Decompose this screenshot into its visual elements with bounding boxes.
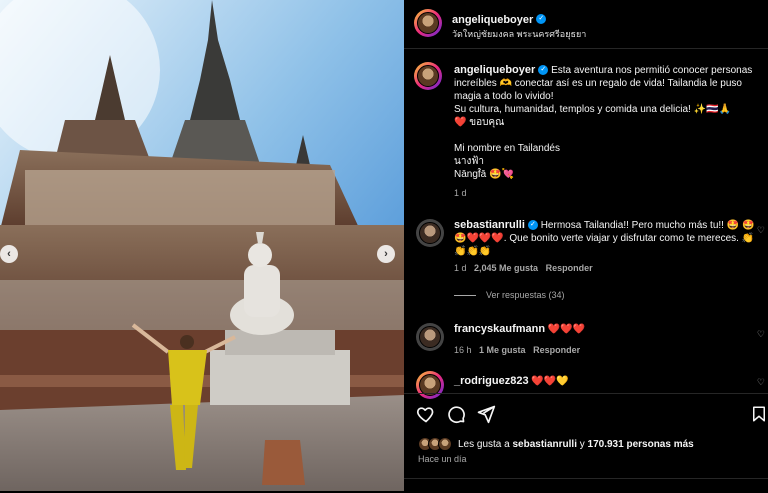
chevron-right-icon[interactable]: › (377, 245, 395, 263)
comment-text: ❤️❤️❤️ (547, 324, 586, 335)
avatar[interactable] (416, 323, 444, 351)
comment-body: _rodriguez823 ❤️❤️💛 (454, 375, 764, 388)
action-bar: Les gusta a sebastianrulli y 170.931 per… (404, 393, 768, 492)
avatar (438, 437, 452, 451)
heart-icon[interactable]: ♡ (757, 225, 765, 236)
caption-age: 1 d (454, 188, 467, 198)
comment-text: ❤️❤️💛 (531, 376, 569, 387)
comment-age: 1 d (454, 263, 467, 273)
comment-item: francyskaufmann ❤️❤️❤️ 16 h 1 Me gusta R… (416, 323, 765, 363)
verified-icon: ✓ (536, 13, 547, 24)
heart-icon[interactable]: ♡ (757, 329, 765, 340)
temple-photo-image (0, 0, 404, 491)
view-replies-button[interactable]: Ver respuestas (34) (486, 289, 565, 302)
bookmark-icon[interactable] (750, 404, 768, 424)
liked-count-link[interactable]: 170.931 personas más (588, 439, 694, 450)
author-username[interactable]: angeliqueboyer (452, 14, 533, 26)
comment-likes[interactable]: 2,045 Me gusta (474, 263, 538, 273)
reply-button[interactable]: Responder (533, 345, 580, 355)
liked-user-link[interactable]: sebastianrulli (513, 439, 577, 450)
chevron-left-icon[interactable]: ‹ (0, 245, 18, 263)
liked-mid: y (579, 438, 585, 450)
avatar[interactable] (414, 62, 442, 90)
comment-body: francyskaufmann ❤️❤️❤️ 16 h 1 Me gusta R… (454, 323, 764, 357)
author-block: angeliqueboyer ✓ (452, 10, 547, 28)
comment-age: 16 h (454, 345, 472, 355)
post-time: Hace un día (418, 454, 467, 464)
caption-line: นางฟ้า (454, 156, 485, 167)
comment-username[interactable]: francyskaufmann (454, 323, 545, 335)
heart-icon[interactable] (416, 404, 436, 424)
caption-line: Su cultura, humanidad, templos y comida … (454, 104, 731, 115)
comment-item: _rodriguez823 ❤️❤️💛 ♡ (416, 371, 765, 399)
comment-item: sebastianrulli ✓ Hermosa Tailandia!! Pero… (416, 219, 765, 302)
avatar[interactable] (416, 219, 444, 247)
heart-icon[interactable]: ♡ (757, 377, 765, 388)
caption-line: Nāngf̂ā 🤩💘 (454, 169, 514, 180)
post-photo[interactable]: ‹ › (0, 0, 404, 491)
location-link[interactable]: วัดใหญ่ชัยมงคล พระนครศรีอยุธยา (452, 27, 586, 41)
liked-by: Les gusta a sebastianrulli y 170.931 per… (418, 437, 694, 451)
post-details-panel: angeliqueboyer ✓ วัดใหญ่ชัยมงคล พระนครศรี… (404, 0, 768, 491)
comment-likes[interactable]: 1 Me gusta (479, 345, 526, 355)
verified-icon: ✓ (538, 65, 549, 76)
caption-line: ❤️ ขอบคุณ (454, 117, 505, 128)
caption: angeliqueboyer ✓ Esta aventura nos permit… (454, 64, 754, 200)
caption-line: Mi nombre en Tailandés (454, 143, 560, 154)
comment-username[interactable]: _rodriguez823 (454, 375, 529, 387)
avatar[interactable] (414, 9, 442, 37)
post-header: angeliqueboyer ✓ วัดใหญ่ชัยมงคล พระนครศรี… (404, 0, 768, 49)
share-icon[interactable] (476, 404, 496, 424)
comment-body: sebastianrulli ✓ Hermosa Tailandia!! Pero… (454, 219, 764, 302)
divider (454, 295, 476, 296)
reply-button[interactable]: Responder (546, 263, 593, 273)
liked-prefix: Les gusta a (458, 438, 510, 450)
verified-icon: ✓ (527, 220, 538, 231)
comment-icon[interactable] (446, 404, 466, 424)
comment-username[interactable]: sebastianrulli (454, 219, 525, 231)
caption-username[interactable]: angeliqueboyer (454, 64, 535, 76)
